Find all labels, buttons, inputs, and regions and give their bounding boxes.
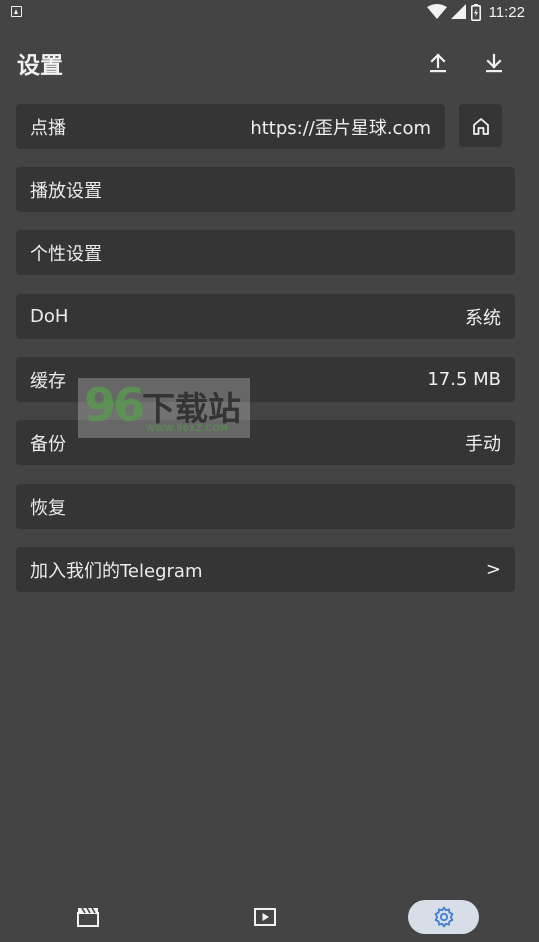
play-screen-icon bbox=[254, 908, 276, 926]
nav-live[interactable] bbox=[245, 900, 285, 934]
personalization-label: 个性设置 bbox=[30, 243, 102, 265]
status-time: 11:22 bbox=[488, 3, 525, 21]
restore-row[interactable]: 恢复 bbox=[16, 484, 515, 529]
signal-icon bbox=[450, 4, 466, 19]
vod-source-row[interactable]: 点播 https://歪片星球.com bbox=[16, 104, 445, 149]
page-title: 设置 bbox=[17, 53, 63, 79]
doh-row[interactable]: DoH 系统 bbox=[16, 294, 515, 339]
nav-settings[interactable] bbox=[408, 900, 479, 934]
backup-value: 手动 bbox=[465, 433, 501, 455]
home-button[interactable] bbox=[459, 104, 502, 147]
personalization-row[interactable]: 个性设置 bbox=[16, 230, 515, 275]
nav-vod[interactable] bbox=[68, 900, 108, 934]
cache-value: 17.5 MB bbox=[427, 369, 501, 390]
wifi-icon bbox=[426, 4, 447, 19]
upload-button[interactable] bbox=[425, 50, 451, 76]
home-icon bbox=[472, 117, 489, 135]
gear-icon bbox=[434, 906, 453, 928]
cache-label: 缓存 bbox=[30, 370, 66, 392]
telegram-label: 加入我们的Telegram bbox=[30, 560, 203, 582]
doh-value: 系统 bbox=[465, 307, 501, 329]
playback-settings-label: 播放设置 bbox=[30, 180, 102, 202]
telegram-row[interactable]: 加入我们的Telegram > bbox=[16, 547, 515, 592]
upload-icon bbox=[430, 53, 446, 73]
telegram-chevron: > bbox=[485, 559, 501, 580]
notification-icon bbox=[11, 6, 22, 17]
vod-label: 点播 bbox=[30, 117, 66, 139]
watermark-number: 96 bbox=[84, 378, 145, 432]
vod-url: https://歪片星球.com bbox=[250, 117, 431, 139]
battery-icon bbox=[470, 3, 481, 21]
watermark-site-name: 下载站 bbox=[142, 389, 241, 428]
restore-label: 恢复 bbox=[30, 497, 66, 519]
watermark-url: WWW.96XZ.COM bbox=[146, 424, 229, 434]
download-icon bbox=[486, 53, 502, 73]
watermark-logo: 96 下载站 WWW.96XZ.COM bbox=[78, 378, 250, 438]
header: 设置 bbox=[0, 40, 539, 84]
status-bar: 11:22 bbox=[0, 0, 539, 24]
bottom-nav bbox=[0, 888, 539, 942]
backup-label: 备份 bbox=[30, 433, 66, 455]
status-icons: 11:22 bbox=[426, 2, 525, 22]
doh-label: DoH bbox=[30, 306, 69, 327]
clapperboard-icon bbox=[77, 907, 99, 927]
download-button[interactable] bbox=[481, 50, 507, 76]
playback-settings-row[interactable]: 播放设置 bbox=[16, 167, 515, 212]
